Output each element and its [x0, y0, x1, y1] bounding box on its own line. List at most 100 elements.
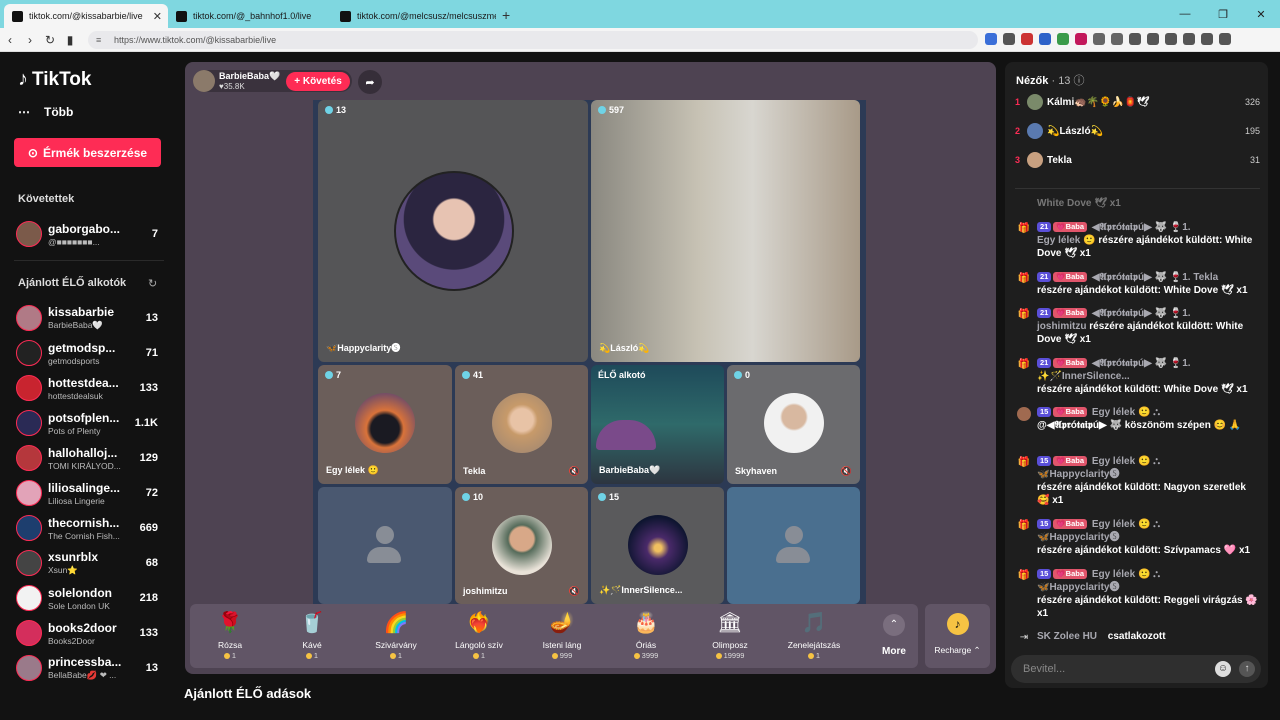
music-icon[interactable]: [1129, 33, 1141, 45]
recommended-item[interactable]: books2door Books2Door 133: [16, 617, 164, 649]
top-viewer-row[interactable]: 3 Tekla 31: [1015, 150, 1260, 170]
leo-icon[interactable]: [1183, 33, 1195, 45]
temple-icon: 🏛: [717, 612, 743, 634]
extension-icon[interactable]: [1057, 33, 1069, 45]
minimize-icon[interactable]: —: [1166, 8, 1204, 20]
chat-username[interactable]: Egy lélek 🙂 ⛬: [1092, 569, 1160, 580]
sidebar-icon[interactable]: [1147, 33, 1159, 45]
guest-cell[interactable]: 0 Skyhaven 🔇: [727, 365, 860, 484]
address-bar[interactable]: ≡ https://www.tiktok.com/@kissabarbie/li…: [88, 31, 978, 49]
following-item[interactable]: gaborgabo... @■■■■■■■... 7: [16, 218, 164, 250]
guest-cell[interactable]: 41 Tekla 🔇: [455, 365, 588, 484]
recharge-button[interactable]: ♪ Recharge ⌃: [925, 604, 990, 668]
guest-score: 10: [462, 492, 483, 502]
shield-icon[interactable]: [1201, 33, 1213, 45]
chat-username[interactable]: ◀𝕬𝖕𝖗ó𝖙𝖆𝖎𝖕ú▶ 🐺 🍷1.: [1092, 222, 1191, 233]
chat-username[interactable]: ◀𝕬𝖕𝖗ó𝖙𝖆𝖎𝖕ú▶ 🐺 🍷1.: [1092, 308, 1191, 319]
back-button[interactable]: ‹: [0, 33, 20, 47]
recommended-item[interactable]: princessba... BellaBabe💋 ❤ ... 13: [16, 652, 164, 684]
guest-cell[interactable]: 15 ✨🪄InnerSilence...: [591, 487, 724, 604]
host-info[interactable]: BarbieBaba🤍 ♥35.8K + Követés: [193, 70, 352, 92]
empty-seat[interactable]: [318, 487, 452, 604]
viewer-count: 13: [145, 312, 158, 324]
send-icon[interactable]: ↑: [1239, 661, 1255, 677]
chat-username[interactable]: ◀𝕬𝖕𝖗ó𝖙𝖆𝖎𝖕ú▶ 🐺 🍷1. Tekla: [1092, 272, 1218, 283]
extension-icon[interactable]: [1003, 33, 1015, 45]
guest-cell[interactable]: 7 Egy lélek 🙂: [318, 365, 452, 484]
chat-text: részére ajándékot küldött: Szívpamacs 🩷 …: [1037, 545, 1251, 556]
buy-coins-button[interactable]: ⊙ Érmék beszerzése: [14, 138, 161, 167]
more-gifts-button[interactable]: ⌃ More: [872, 614, 916, 657]
chat-username[interactable]: ◀𝕬𝖕𝖗ó𝖙𝖆𝖎𝖕ú▶ 🐺 🍷1.: [1092, 358, 1191, 369]
reload-button[interactable]: ↻: [40, 33, 60, 47]
empty-seat[interactable]: [727, 487, 860, 604]
recommended-item[interactable]: potsofplen... Pots of Plenty 1.1K: [16, 407, 164, 439]
user-avatar[interactable]: [1017, 407, 1031, 421]
site-settings-icon[interactable]: ≡: [96, 35, 106, 45]
browser-tab-3[interactable]: tiktok.com/@melcsusz/melcsuszmelcsu...: [332, 4, 496, 28]
refresh-icon[interactable]: ↻: [148, 277, 157, 290]
share-icon[interactable]: ➦: [358, 70, 382, 94]
cake-icon: 🎂: [633, 612, 659, 634]
follow-button[interactable]: + Követés: [286, 71, 350, 91]
close-window-icon[interactable]: ✕: [1242, 8, 1280, 21]
maximize-icon[interactable]: ❐: [1204, 8, 1242, 21]
new-tab-button[interactable]: +: [502, 7, 510, 23]
host-avatar[interactable]: [193, 70, 215, 92]
emoji-icon[interactable]: ☺: [1215, 661, 1231, 677]
avatar: [16, 221, 42, 247]
chevron-up-icon: ⌃: [883, 614, 905, 636]
recommended-item[interactable]: hottestdea... hottestdealsuk 133: [16, 372, 164, 404]
gift-item[interactable]: 🏛 Olimposz 19999: [698, 610, 762, 660]
gem-icon: [598, 106, 606, 114]
guest-cell[interactable]: 10 joshimitzu 🔇: [455, 487, 588, 604]
recommended-item[interactable]: solelondon Sole London UK 218: [16, 582, 164, 614]
extension-icon[interactable]: [1039, 33, 1051, 45]
forward-button[interactable]: ›: [20, 33, 40, 47]
tab-close-icon[interactable]: ✕: [153, 10, 162, 23]
chat-recipient[interactable]: Egy lélek 🙂: [1037, 235, 1096, 246]
recommended-item[interactable]: thecornish... The Cornish Fish... 669: [16, 512, 164, 544]
extension-icon[interactable]: [1111, 33, 1123, 45]
wallet-icon[interactable]: [1165, 33, 1177, 45]
chat-input[interactable]: Bevitel... ☺ ↑: [1011, 655, 1261, 683]
recommended-item[interactable]: kissabarbie BarbieBaba🤍 13: [16, 302, 164, 334]
browser-tab-2[interactable]: tiktok.com/@_bahnhof1.0/live: [168, 4, 332, 28]
translate-icon[interactable]: [985, 33, 997, 45]
chat-username[interactable]: SK Zolee HU: [1037, 631, 1097, 642]
gift-item[interactable]: 🎵 Zenelejátszás 1: [782, 610, 846, 660]
gift-item[interactable]: 🥤 Kávé 1: [280, 610, 344, 660]
chat-recipient[interactable]: 🦋Happyclarity🅢: [1037, 582, 1119, 593]
more-menu[interactable]: ⋯ Több: [18, 105, 73, 119]
chat-recipient[interactable]: 🦋Happyclarity🅢: [1037, 469, 1119, 480]
tiktok-logo[interactable]: ♪ TikTok: [18, 68, 91, 91]
gift-item[interactable]: 🌈 Szivárvány 1: [364, 610, 428, 660]
recommended-item[interactable]: liliosalinge... Liliosa Lingerie 72: [16, 477, 164, 509]
info-icon[interactable]: ⓘ: [1074, 75, 1085, 87]
host-cell[interactable]: ÉLŐ alkotó BarbieBaba🤍: [591, 365, 724, 484]
browser-tab-1[interactable]: tiktok.com/@kissabarbie/live ✕: [4, 4, 168, 28]
chat-username[interactable]: Egy lélek 🙂 ⛬: [1092, 407, 1160, 418]
gift-item[interactable]: 🌹 Rózsa 1: [198, 610, 262, 660]
extension-icon[interactable]: [1021, 33, 1033, 45]
creator-sub: Liliosa Lingerie: [48, 495, 105, 506]
top-viewer-row[interactable]: 1 Kálmi🦔🌴🌻🍌🏮🕊 326: [1015, 92, 1260, 112]
guest-cell[interactable]: 597 💫László💫: [591, 100, 860, 362]
bookmark-icon[interactable]: ▮: [60, 33, 80, 47]
extension-icon[interactable]: [1093, 33, 1105, 45]
gift-item[interactable]: 🎂 Óriás 3999: [614, 610, 678, 660]
guest-cell[interactable]: 13 🦋Happyclarity🅢: [318, 100, 588, 362]
chat-recipient[interactable]: ✨🪄InnerSilence...: [1037, 371, 1130, 382]
chat-recipient[interactable]: 🦋Happyclarity🅢: [1037, 532, 1119, 543]
menu-icon[interactable]: [1219, 33, 1231, 45]
gift-item[interactable]: ❤️‍🔥 Lángoló szív 1: [447, 610, 511, 660]
extension-icon[interactable]: [1075, 33, 1087, 45]
recommended-item[interactable]: getmodsp... getmodsports 71: [16, 337, 164, 369]
chat-username[interactable]: Egy lélek 🙂 ⛬: [1092, 519, 1160, 530]
chat-username[interactable]: Egy lélek 🙂 ⛬: [1092, 456, 1160, 467]
gift-item[interactable]: 🪔 Isteni láng 999: [530, 610, 594, 660]
recommended-item[interactable]: hallohalloj... TOMI KIRÁLYOD... 129: [16, 442, 164, 474]
chat-recipient[interactable]: joshimitzu: [1037, 321, 1086, 332]
recommended-item[interactable]: xsunrblx Xsun⭐ 68: [16, 547, 164, 579]
top-viewer-row[interactable]: 2 💫László💫 195: [1015, 121, 1260, 141]
